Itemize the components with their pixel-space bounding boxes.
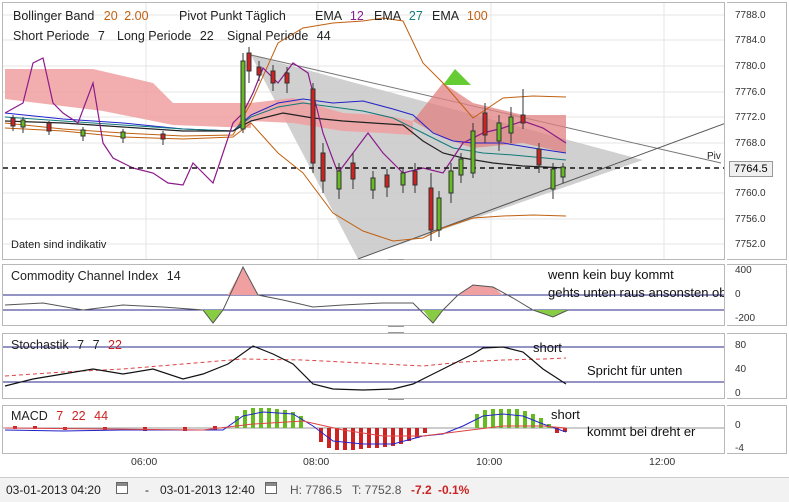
price-axis[interactable]: 7788.0 7784.0 7780.0 7776.0 7772.0 7768.… xyxy=(727,2,787,260)
stochastic-legend[interactable]: Stochastik 7 7 22 xyxy=(11,338,122,352)
macd-axis[interactable]: 0 -4 xyxy=(727,405,787,454)
stochastic-p1: 7 xyxy=(77,338,85,352)
bollinger-legend[interactable]: Bollinger Band 20 2.00 xyxy=(13,9,149,23)
price-tick: 7760.0 xyxy=(735,188,766,199)
long-period-legend[interactable]: Long Periode 22 xyxy=(117,29,214,43)
macd-note-turn: kommt bei dreht er xyxy=(587,424,696,439)
macd-p2: 22 xyxy=(71,409,86,423)
ema1-label: EMA xyxy=(315,9,342,23)
cci-label: Commodity Channel Index xyxy=(11,269,159,283)
long-period-value: 22 xyxy=(199,29,214,43)
low-value: T: 7752.8 xyxy=(352,483,402,497)
long-period-label: Long Periode xyxy=(117,29,192,43)
ema2-label: EMA xyxy=(374,9,401,23)
ema3-value: 100 xyxy=(466,9,488,23)
pivot-legend[interactable]: Pivot Punkt Täglich xyxy=(179,9,286,23)
pivot-tag: Piv xyxy=(707,151,721,162)
stochastic-note-short: short xyxy=(533,340,562,355)
price-tick: 7752.0 xyxy=(735,239,766,250)
price-tick: 7784.0 xyxy=(735,35,766,46)
cci-note-1: wenn kein buy kommt xyxy=(548,267,674,282)
ema3-legend[interactable]: EMA 100 xyxy=(432,9,488,23)
macd-label: MACD xyxy=(11,409,48,423)
macd-p3: 44 xyxy=(94,409,109,423)
high-value: H: 7786.5 xyxy=(290,483,343,497)
stochastic-axis[interactable]: 80 40 0 xyxy=(727,333,787,399)
stochastic-tick: 0 xyxy=(735,388,741,399)
price-tick: 7788.0 xyxy=(735,10,766,21)
stochastic-p3: 22 xyxy=(108,338,122,352)
macd-p1: 7 xyxy=(56,409,64,423)
time-tick: 10:00 xyxy=(476,456,503,468)
resize-handle[interactable] xyxy=(388,326,404,333)
price-tick: 7768.0 xyxy=(735,138,766,149)
stochastic-panel[interactable]: Stochastik 7 7 22 short Spricht für unte… xyxy=(2,333,725,399)
price-chart-canvas xyxy=(3,3,724,259)
cci-tick: -200 xyxy=(735,313,756,324)
ema1-legend[interactable]: EMA 12 xyxy=(315,9,364,23)
change-percent: -0.1% xyxy=(438,483,470,497)
date-separator: - xyxy=(145,483,149,497)
macd-panel[interactable]: MACD 7 22 44 short kommt bei dreht er xyxy=(2,405,725,454)
macd-tick: -4 xyxy=(735,443,744,454)
triangle-pattern xyxy=(251,55,643,259)
to-date[interactable]: 03-01-2013 12:40 xyxy=(160,483,255,497)
cci-period: 14 xyxy=(166,269,181,283)
macd-legend[interactable]: MACD 7 22 44 xyxy=(11,409,108,423)
signal-period-label: Signal Periode xyxy=(227,29,309,43)
short-period-label: Short Periode xyxy=(13,29,90,43)
stochastic-label: Stochastik xyxy=(11,338,69,352)
cloud-green xyxy=(443,69,471,85)
time-tick: 08:00 xyxy=(303,456,330,468)
bollinger-label: Bollinger Band xyxy=(13,9,95,23)
time-tick: 06:00 xyxy=(131,456,158,468)
stochastic-tick: 80 xyxy=(735,340,747,351)
cci-axis[interactable]: 400 0 -200 xyxy=(727,264,787,326)
current-price-tag: 7764.5 xyxy=(729,161,773,177)
price-tick: 7772.0 xyxy=(735,112,766,123)
ema3-label: EMA xyxy=(432,9,459,23)
bollinger-param-1: 20 xyxy=(103,9,118,23)
cci-note-2: gehts unten raus ansonsten oben xyxy=(548,285,725,300)
cci-tick: 400 xyxy=(735,265,752,276)
stochastic-note-down: Spricht für unten xyxy=(587,363,683,378)
cci-tick: 0 xyxy=(735,289,741,300)
data-disclaimer: Daten sind indikativ xyxy=(11,239,107,251)
bottom-toolbar: 03-01-2013 04:20 - 03-01-2013 12:40 H: 7… xyxy=(0,477,789,502)
price-tick: 7780.0 xyxy=(735,61,766,72)
cci-panel[interactable]: Commodity Channel Index 14 wenn kein buy… xyxy=(2,264,725,326)
stochastic-p2: 7 xyxy=(92,338,100,352)
calendar-from-icon[interactable] xyxy=(116,482,128,494)
signal-period-legend[interactable]: Signal Periode 44 xyxy=(227,29,331,43)
time-tick: 12:00 xyxy=(649,456,676,468)
ema2-legend[interactable]: EMA 27 xyxy=(374,9,423,23)
from-date[interactable]: 03-01-2013 04:20 xyxy=(6,483,101,497)
macd-note-short: short xyxy=(551,407,580,422)
price-tick: 7756.0 xyxy=(735,214,766,225)
macd-tick: 0 xyxy=(735,420,741,431)
calendar-to-icon[interactable] xyxy=(265,482,277,494)
change-value: -7.2 xyxy=(411,483,432,497)
short-period-value: 7 xyxy=(97,29,105,43)
stochastic-tick: 40 xyxy=(735,364,747,375)
ema2-value: 27 xyxy=(408,9,423,23)
price-tick: 7776.0 xyxy=(735,87,766,98)
short-period-legend[interactable]: Short Periode 7 xyxy=(13,29,105,43)
signal-period-value: 44 xyxy=(316,29,331,43)
bollinger-param-2: 2.00 xyxy=(124,9,149,23)
price-chart-panel[interactable]: Bollinger Band 20 2.00 Pivot Punkt Tägli… xyxy=(2,2,725,260)
cci-legend[interactable]: Commodity Channel Index 14 xyxy=(11,269,181,283)
ema1-value: 12 xyxy=(349,9,364,23)
